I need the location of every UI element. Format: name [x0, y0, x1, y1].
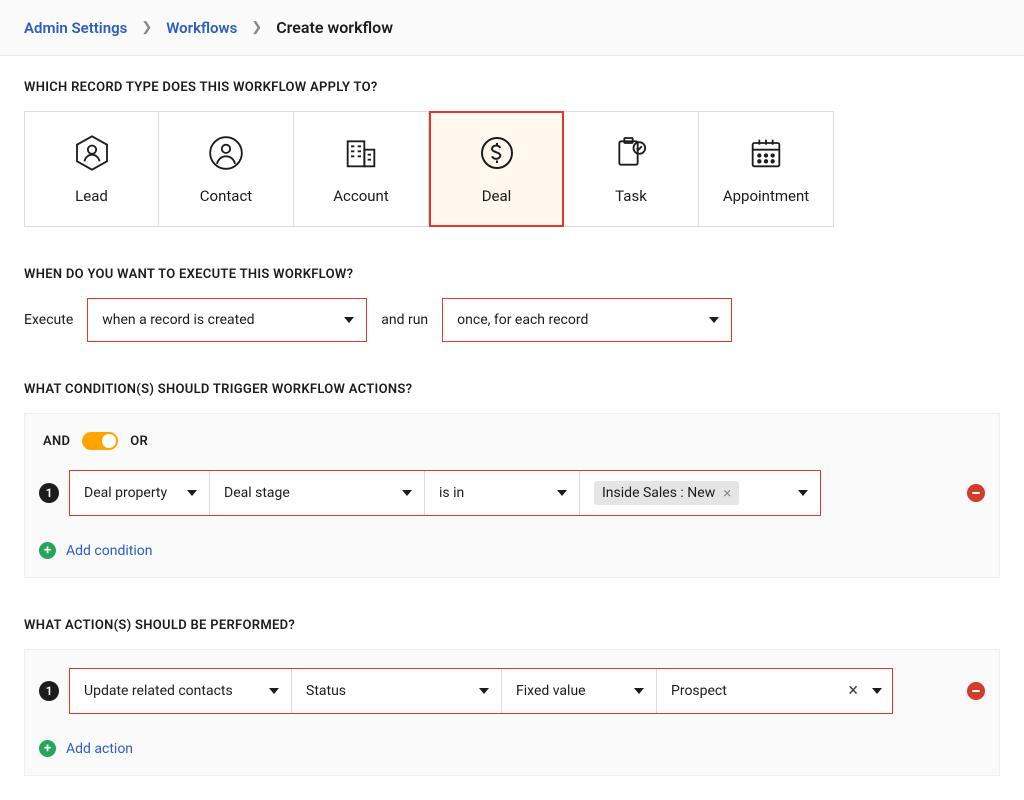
chevron-right-icon: ❯ [251, 20, 262, 35]
select-value: Deal stage [224, 485, 290, 501]
caret-down-icon [187, 490, 197, 496]
add-action-link[interactable]: + Add action [39, 734, 985, 775]
select-value: Status [306, 683, 346, 699]
section-title-execute: WHEN DO YOU WANT TO EXECUTE THIS WORKFLO… [24, 267, 1000, 282]
select-action-value-type[interactable]: Fixed value [502, 669, 657, 713]
caret-down-icon [557, 490, 567, 496]
select-frequency-value: once, for each record [457, 312, 588, 328]
andor-toggle[interactable] [82, 432, 118, 450]
select-action-value[interactable]: Prospect × [657, 669, 892, 713]
record-card-appointment[interactable]: Appointment [699, 111, 834, 227]
add-action-label: Add action [66, 741, 133, 757]
plus-icon: + [39, 740, 56, 757]
add-condition-label: Add condition [66, 543, 152, 559]
chip-remove-icon[interactable]: × [723, 486, 731, 501]
add-condition-link[interactable]: + Add condition [39, 536, 985, 577]
select-condition-value[interactable]: Inside Sales : New × [580, 471, 820, 515]
caret-down-icon [634, 688, 644, 694]
section-title-record-type: WHICH RECORD TYPE DOES THIS WORKFLOW APP… [24, 80, 1000, 95]
section-actions: WHAT ACTION(S) SHOULD BE PERFORMED? 1 Up… [24, 618, 1000, 776]
select-property-type[interactable]: Deal property [70, 471, 210, 515]
remove-action-button[interactable] [967, 682, 985, 700]
select-value: is in [439, 485, 464, 501]
select-frequency[interactable]: once, for each record [442, 298, 732, 342]
breadcrumb-workflows[interactable]: Workflows [166, 19, 237, 37]
caret-down-icon [872, 688, 882, 694]
label-or: OR [130, 434, 148, 449]
chevron-right-icon: ❯ [141, 20, 152, 35]
select-operator[interactable]: is in [425, 471, 580, 515]
record-card-contact[interactable]: Contact [159, 111, 294, 227]
conditions-panel: AND OR 1 Deal property Deal stage i [24, 413, 1000, 578]
select-action-field[interactable]: Status [292, 669, 502, 713]
section-conditions: WHAT CONDITION(S) SHOULD TRIGGER WORKFLO… [24, 382, 1000, 578]
select-value: Fixed value [516, 683, 586, 699]
label-execute: Execute [24, 312, 73, 328]
section-record-type: WHICH RECORD TYPE DOES THIS WORKFLOW APP… [24, 80, 1000, 227]
action-group: Update related contacts Status Fixed val… [69, 668, 893, 714]
actions-panel: 1 Update related contacts Status Fixed v… [24, 649, 1000, 776]
plus-icon: + [39, 542, 56, 559]
breadcrumb: Admin Settings ❯ Workflows ❯ Create work… [0, 0, 1024, 56]
clear-value-icon[interactable]: × [848, 682, 858, 700]
record-card-account[interactable]: Account [294, 111, 429, 227]
appointment-icon [746, 133, 786, 173]
caret-down-icon [344, 317, 354, 323]
record-card-label: Contact [200, 187, 252, 205]
row-number-badge: 1 [39, 681, 59, 701]
andor-toggle-row: AND OR [39, 432, 985, 450]
deal-icon [477, 133, 517, 173]
breadcrumb-admin-settings[interactable]: Admin Settings [24, 19, 127, 37]
record-type-cards: Lead Contact Accoun [24, 111, 1000, 227]
section-title-actions: WHAT ACTION(S) SHOULD BE PERFORMED? [24, 618, 1000, 633]
account-icon [341, 133, 381, 173]
remove-condition-button[interactable] [967, 484, 985, 502]
select-value: Prospect [671, 683, 727, 699]
select-trigger-value: when a record is created [102, 312, 254, 328]
label-and: AND [43, 434, 70, 449]
select-property[interactable]: Deal stage [210, 471, 425, 515]
row-number-badge: 1 [39, 483, 59, 503]
caret-down-icon [798, 490, 808, 496]
caret-down-icon [269, 688, 279, 694]
action-row: 1 Update related contacts Status Fixed v… [39, 668, 985, 714]
caret-down-icon [709, 317, 719, 323]
contact-icon [206, 133, 246, 173]
select-value: Deal property [84, 485, 167, 501]
section-title-conditions: WHAT CONDITION(S) SHOULD TRIGGER WORKFLO… [24, 382, 1000, 397]
caret-down-icon [402, 490, 412, 496]
select-value: Update related contacts [84, 683, 233, 699]
task-icon [611, 133, 651, 173]
record-card-label: Lead [75, 187, 108, 205]
lead-icon [72, 133, 112, 173]
record-card-label: Deal [482, 187, 512, 205]
condition-group: Deal property Deal stage is in Inside Sa… [69, 470, 821, 516]
record-card-label: Account [333, 187, 389, 205]
value-chip: Inside Sales : New × [594, 481, 739, 505]
label-and-run: and run [381, 312, 428, 328]
chip-label: Inside Sales : New [602, 485, 715, 501]
caret-down-icon [479, 688, 489, 694]
condition-row: 1 Deal property Deal stage is in [39, 470, 985, 516]
select-trigger[interactable]: when a record is created [87, 298, 367, 342]
record-card-deal[interactable]: Deal [429, 111, 564, 227]
record-card-label: Task [615, 187, 647, 205]
record-card-label: Appointment [723, 187, 809, 205]
record-card-task[interactable]: Task [564, 111, 699, 227]
record-card-lead[interactable]: Lead [24, 111, 159, 227]
breadcrumb-current: Create workflow [276, 18, 393, 37]
select-action-type[interactable]: Update related contacts [70, 669, 292, 713]
section-execute: WHEN DO YOU WANT TO EXECUTE THIS WORKFLO… [24, 267, 1000, 342]
